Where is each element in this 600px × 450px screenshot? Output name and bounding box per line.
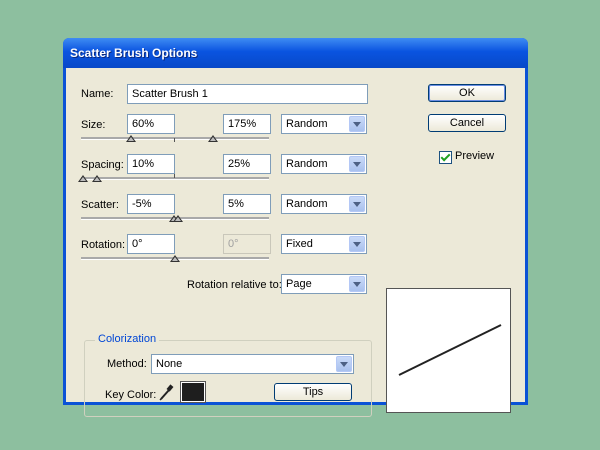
spacing-variation-value: Random xyxy=(286,158,328,170)
size-max-slider-thumb[interactable] xyxy=(208,135,218,142)
spacing-slider-tick xyxy=(174,174,175,178)
preview-label: Preview xyxy=(455,150,495,162)
chevron-down-icon[interactable] xyxy=(349,276,365,292)
preview-checkbox[interactable] xyxy=(439,151,452,164)
rotation-label: Rotation: xyxy=(81,239,126,251)
size-max-input[interactable]: 175% xyxy=(223,114,271,134)
rotation-relative-select[interactable]: Page xyxy=(281,274,367,294)
chevron-down-icon[interactable] xyxy=(349,196,365,212)
scatter-brush-options-dialog: Scatter Brush Options Name: Scatter Brus… xyxy=(63,38,528,417)
tips-button[interactable]: Tips xyxy=(274,383,352,401)
preview-stroke xyxy=(398,324,502,376)
spacing-max-input[interactable]: 25% xyxy=(223,154,271,174)
ok-button[interactable]: OK xyxy=(428,84,506,102)
method-value: None xyxy=(156,358,183,370)
colorization-group-title: Colorization xyxy=(95,333,160,345)
title-bar[interactable]: Scatter Brush Options xyxy=(63,38,528,68)
chevron-down-icon[interactable] xyxy=(349,156,365,172)
size-variation-select[interactable]: Random xyxy=(281,114,367,134)
spacing-max-slider-thumb[interactable] xyxy=(92,175,102,182)
method-select[interactable]: None xyxy=(151,354,354,374)
rotation-slider-thumb[interactable] xyxy=(170,255,180,262)
size-variation-value: Random xyxy=(286,118,328,130)
size-min-slider-thumb[interactable] xyxy=(126,135,136,142)
spacing-slider-track[interactable] xyxy=(81,177,269,180)
scatter-max-input[interactable]: 5% xyxy=(223,194,271,214)
rotation-min-input[interactable]: 0° xyxy=(127,234,175,254)
method-label: Method: xyxy=(107,358,147,370)
eyedropper-icon[interactable] xyxy=(158,384,174,402)
spacing-min-slider-thumb[interactable] xyxy=(78,175,88,182)
scatter-label: Scatter: xyxy=(81,199,119,211)
spacing-label: Spacing: xyxy=(81,159,124,171)
rotation-variation-value: Fixed xyxy=(286,238,313,250)
spacing-variation-select[interactable]: Random xyxy=(281,154,367,174)
key-color-swatch[interactable] xyxy=(180,381,206,403)
cancel-button[interactable]: Cancel xyxy=(428,114,506,132)
brush-preview-box xyxy=(386,288,511,413)
size-min-input[interactable]: 60% xyxy=(127,114,175,134)
rotation-relative-label: Rotation relative to: xyxy=(187,279,282,291)
colorization-group: Colorization Method: None Key Color: Tip… xyxy=(84,333,372,417)
size-slider-track[interactable] xyxy=(81,137,269,140)
rotation-variation-select[interactable]: Fixed xyxy=(281,234,367,254)
name-input[interactable]: Scatter Brush 1 xyxy=(127,84,368,104)
scatter-min-input[interactable]: -5% xyxy=(127,194,175,214)
dialog-client-area: Name: Scatter Brush 1 Size: 60% 175% Ran… xyxy=(66,68,525,417)
scatter-variation-value: Random xyxy=(286,198,328,210)
rotation-max-input: 0° xyxy=(223,234,271,254)
key-color-label: Key Color: xyxy=(105,389,157,401)
scatter-variation-select[interactable]: Random xyxy=(281,194,367,214)
size-slider-tick xyxy=(174,138,175,142)
chevron-down-icon[interactable] xyxy=(336,356,352,372)
window-title: Scatter Brush Options xyxy=(70,46,198,60)
scatter-max-slider-thumb[interactable] xyxy=(173,215,183,222)
chevron-down-icon[interactable] xyxy=(349,116,365,132)
spacing-min-input[interactable]: 10% xyxy=(127,154,175,174)
chevron-down-icon[interactable] xyxy=(349,236,365,252)
size-label: Size: xyxy=(81,119,106,131)
key-color-fill xyxy=(182,383,204,401)
name-label: Name: xyxy=(81,88,114,100)
rotation-relative-value: Page xyxy=(286,278,312,290)
